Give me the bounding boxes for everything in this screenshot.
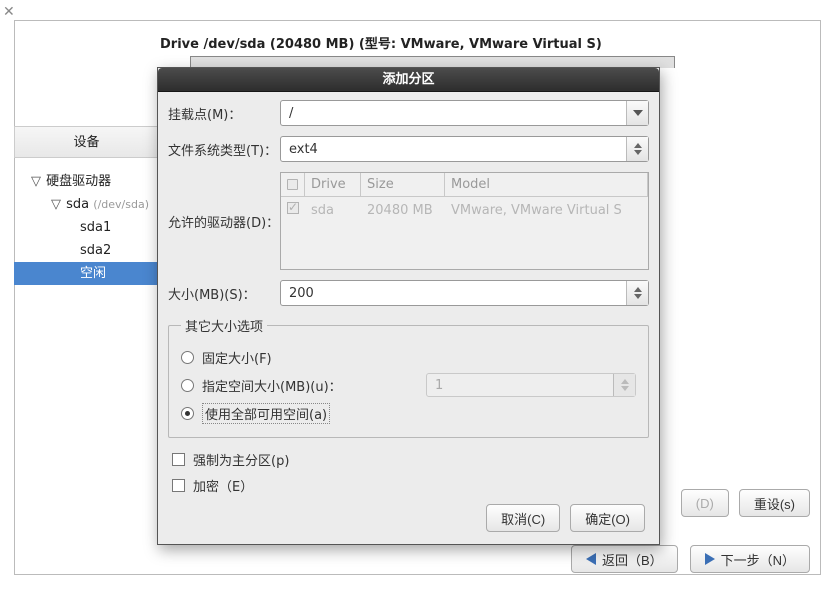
tree-item-sda2[interactable]: sda2 — [14, 239, 159, 262]
spinner-icon[interactable] — [626, 281, 648, 305]
radio-fixed-size[interactable] — [181, 351, 194, 364]
chevron-down-icon[interactable] — [626, 101, 648, 125]
spinner-icon[interactable] — [626, 137, 648, 161]
force-primary-checkbox[interactable] — [172, 453, 185, 466]
size-options-legend: 其它大小选项 — [181, 316, 267, 335]
encrypt-label: 加密（E） — [193, 476, 253, 495]
back-button[interactable]: 返回（B） — [571, 545, 678, 573]
force-primary-label: 强制为主分区(p) — [193, 450, 289, 469]
drive-row-checkbox — [287, 202, 299, 214]
mountpoint-combo[interactable]: / — [280, 100, 649, 126]
close-icon[interactable]: ✕ — [3, 4, 15, 20]
allowable-drives-table: Drive Size Model sda 20480 MB VMware, VM… — [280, 172, 649, 270]
radio-fill-upto[interactable] — [181, 379, 194, 392]
drive-row: sda 20480 MB VMware, VMware Virtual S — [281, 197, 648, 223]
encrypt-checkbox[interactable] — [172, 479, 185, 492]
chevron-down-icon: ▽ — [50, 193, 62, 216]
dialog-title: 添加分区 — [158, 68, 659, 92]
tree-item-free[interactable]: 空闲 — [14, 262, 159, 285]
drive-row-name: sda — [305, 203, 361, 218]
reset-button[interactable]: 重设(s) — [739, 489, 810, 517]
col-header-drive: Drive — [305, 173, 361, 196]
col-header-size: Size — [361, 173, 445, 196]
fstype-label: 文件系统类型(T)： — [168, 140, 280, 159]
radio-fixed-size-label: 固定大小(F) — [202, 348, 272, 367]
drive-title: Drive /dev/sda (20480 MB) (型号: VMware, V… — [146, 33, 822, 52]
allowdrives-label: 允许的驱动器(D)： — [168, 212, 280, 231]
fstype-combo[interactable]: ext4 — [280, 136, 649, 162]
drive-row-size: 20480 MB — [361, 203, 445, 218]
next-button[interactable]: 下一步（N） — [690, 545, 810, 573]
upto-spinner: 1 — [426, 373, 636, 397]
device-tree-header: 设备 — [14, 126, 159, 158]
col-header-model: Model — [445, 173, 648, 196]
arrow-right-icon — [705, 553, 715, 565]
tree-item-sda[interactable]: ▽ sda (/dev/sda) — [14, 193, 159, 216]
chevron-down-icon: ▽ — [30, 170, 42, 193]
arrow-left-icon — [586, 553, 596, 565]
delete-button: (D) — [681, 489, 729, 517]
radio-fill-upto-label: 指定空间大小(MB)(u)： — [202, 376, 342, 395]
ok-button[interactable]: 确定(O) — [570, 504, 645, 532]
tree-item-sda1[interactable]: sda1 — [14, 216, 159, 239]
size-value: 200 — [281, 286, 626, 301]
mountpoint-label: 挂载点(M)： — [168, 104, 280, 123]
cancel-button[interactable]: 取消(C) — [486, 504, 560, 532]
add-partition-dialog: 添加分区 挂载点(M)： / 文件系统类型(T)： ext4 — [157, 67, 660, 545]
size-spinner[interactable]: 200 — [280, 280, 649, 306]
fstype-value: ext4 — [281, 142, 626, 157]
size-options-fieldset: 其它大小选项 固定大小(F) 指定空间大小(MB)(u)： 1 使用全部可用空间… — [168, 316, 649, 438]
drive-row-model: VMware, VMware Virtual S — [445, 203, 648, 218]
radio-fill-max-label: 使用全部可用空间(a) — [202, 403, 330, 424]
mountpoint-value: / — [281, 106, 626, 121]
spinner-icon — [613, 374, 635, 396]
device-tree: 设备 ▽ 硬盘驱动器 ▽ sda (/dev/sda) sda1 sda2 空闲 — [14, 126, 159, 496]
tree-hdd-group[interactable]: ▽ 硬盘驱动器 — [14, 170, 159, 193]
radio-fill-max[interactable] — [181, 407, 194, 420]
size-label: 大小(MB)(S)： — [168, 284, 280, 303]
col-header-check — [281, 173, 305, 196]
